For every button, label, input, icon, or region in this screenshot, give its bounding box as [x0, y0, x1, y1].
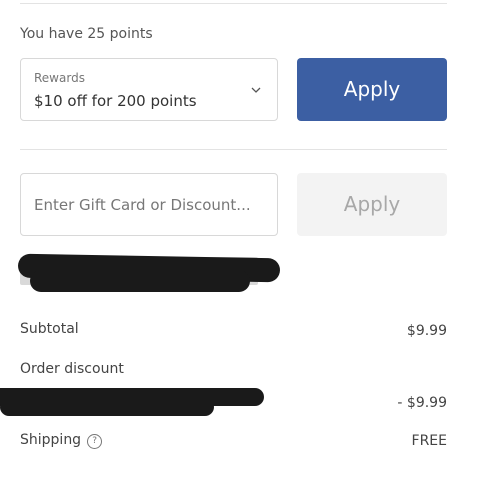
question-circle-icon[interactable]: ?: [87, 434, 103, 449]
apply-rewards-button[interactable]: Apply: [297, 58, 447, 121]
subtotal-label: Subtotal: [20, 321, 79, 337]
apply-gift-card-button[interactable]: Apply: [297, 173, 447, 236]
order-discount-value: - $9.99: [397, 395, 447, 411]
checkout-rewards-panel: You have 25 points Rewards $10 off for 2…: [0, 0, 477, 477]
subtotal-value: $9.99: [406, 323, 447, 339]
redaction-mark: [30, 270, 250, 292]
order-discount-label: Order discount: [20, 361, 124, 377]
redaction-mark: [0, 398, 214, 416]
shipping-row: Shipping?: [20, 432, 103, 449]
top-divider: [20, 3, 447, 4]
points-balance: You have 25 points: [20, 26, 153, 42]
rewards-selected-value: $10 off for 200 points: [34, 92, 197, 110]
shipping-value: FREE: [411, 433, 447, 449]
gift-card-input[interactable]: [20, 173, 278, 236]
shipping-label: Shipping: [20, 432, 82, 448]
rewards-select-label: Rewards: [34, 71, 85, 85]
chevron-down-icon: [251, 87, 261, 93]
middle-divider: [20, 149, 447, 150]
rewards-select[interactable]: Rewards $10 off for 200 points: [20, 58, 278, 121]
